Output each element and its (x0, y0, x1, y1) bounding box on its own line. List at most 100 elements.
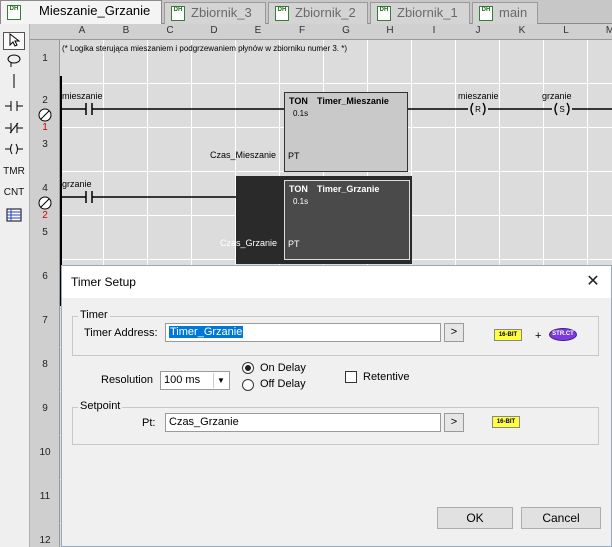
tab-main[interactable]: DH main (472, 2, 538, 24)
row-7: 7 (42, 315, 48, 326)
rung-enable-icon[interactable] (38, 196, 52, 210)
row-12: 12 (39, 535, 51, 546)
tab-label: Mieszanie_Grzanie (39, 3, 151, 18)
lasso-tool[interactable] (3, 53, 25, 71)
column-k: K (518, 25, 526, 36)
column-a: A (78, 25, 86, 36)
dialog-titlebar: Timer Setup ✕ (62, 266, 611, 298)
pt-pin: PT (288, 151, 300, 161)
pt-input-label: Czas_Grzanie (220, 238, 278, 248)
resolution-label: Resolution (101, 374, 153, 386)
lasso-icon (7, 54, 21, 67)
table-icon (6, 208, 22, 222)
coil-icon (5, 143, 23, 155)
contact-nc-tool[interactable] (3, 121, 25, 139)
rung-enable-icon[interactable] (38, 108, 52, 122)
contact-label: mieszanie (62, 91, 103, 101)
column-d: D (210, 25, 218, 36)
coil-label: mieszanie (458, 91, 499, 101)
tab-label: main (499, 5, 528, 20)
tab-bar: DH Mieszanie_Grzanie DH Zbiornik_3 DH Zb… (0, 0, 612, 24)
rung-number-2: 2 (42, 210, 48, 221)
column-m: M (605, 25, 612, 36)
timer-address-label: Timer Address: (84, 327, 158, 339)
column-f: F (298, 25, 306, 36)
reset-coil-icon[interactable]: R (468, 101, 488, 117)
timer-address-field[interactable]: Timer_Grzanie (165, 323, 441, 342)
svg-text:R: R (475, 105, 481, 114)
column-l: L (563, 25, 569, 36)
set-coil-icon[interactable]: S (552, 101, 572, 117)
timer-address-value: Timer_Grzanie (169, 326, 244, 338)
ok-button[interactable]: OK (437, 507, 513, 529)
row-8: 8 (42, 359, 48, 370)
timer-block-grzanie[interactable]: TON Timer_Grzanie 0.1s PT (284, 180, 410, 260)
table-tool[interactable] (3, 208, 25, 226)
row-1: 1 (42, 53, 48, 64)
contact-open-icon (5, 101, 23, 111)
timer-name: Timer_Mieszanie (317, 96, 389, 106)
contact-no-tool[interactable] (3, 99, 25, 117)
select-arrow-tool[interactable] (3, 32, 25, 50)
vertical-wire-icon (13, 74, 15, 88)
program-icon: DH (479, 6, 493, 21)
tab-zbiornik-1[interactable]: DH Zbiornik_1 (370, 2, 470, 24)
on-delay-radio[interactable] (242, 362, 254, 374)
coil-tool[interactable] (3, 142, 25, 160)
pt-browse-button[interactable]: > (444, 413, 464, 432)
dialog-title: Timer Setup (71, 275, 136, 289)
setpoint-group-title: Setpoint (78, 400, 123, 412)
rung-comment: (* Logika sterująca mieszaniem i podgrze… (62, 44, 348, 53)
column-header: A B C D E F G H I J K L M (30, 24, 612, 40)
off-delay-radio[interactable] (242, 379, 254, 391)
row-6: 6 (42, 271, 48, 282)
close-icon[interactable]: ✕ (579, 270, 607, 294)
tab-zbiornik-2[interactable]: DH Zbiornik_2 (268, 2, 368, 24)
timer-tool[interactable]: TMR (3, 163, 25, 181)
tab-mieszanie-grzanie[interactable]: DH Mieszanie_Grzanie (0, 0, 162, 24)
resolution-select[interactable]: 100 ms ▼ (160, 371, 230, 390)
16bit-badge-icon: 16-BIT (492, 416, 520, 428)
program-icon: DH (7, 5, 21, 20)
ladder-toolbar: TMR CNT (0, 24, 30, 547)
pt-value: Czas_Grzanie (169, 416, 239, 428)
cancel-button[interactable]: Cancel (521, 507, 601, 529)
wire-tool[interactable] (3, 73, 25, 91)
retentive-label: Retentive (363, 371, 410, 383)
row-header: 1 2 1 3 4 2 5 6 7 8 9 10 11 12 (30, 40, 60, 547)
timer-setup-dialog: Timer Setup ✕ Timer Timer Address: Timer… (61, 265, 612, 547)
off-delay-label: Off Delay (260, 378, 306, 390)
column-g: G (342, 25, 350, 36)
plus-sign: + (535, 330, 542, 342)
rung1-contact[interactable] (62, 102, 284, 116)
tab-zbiornik-3[interactable]: DH Zbiornik_3 (164, 2, 266, 24)
resolution-value: 100 ms (164, 374, 201, 386)
retentive-checkbox[interactable] (345, 371, 357, 383)
pt-label: Pt: (142, 417, 156, 429)
chevron-down-icon: ▼ (213, 373, 228, 388)
arrow-icon (9, 32, 21, 47)
timer-address-browse-button[interactable]: > (444, 323, 464, 342)
row-9: 9 (42, 403, 48, 414)
tab-label: Zbiornik_2 (295, 5, 356, 20)
counter-tool[interactable]: CNT (3, 184, 25, 202)
program-icon: DH (171, 6, 185, 21)
timer-name: Timer_Grzanie (317, 184, 380, 194)
pt-field[interactable]: Czas_Grzanie (165, 413, 441, 432)
program-icon: DH (275, 6, 289, 21)
timer-group-title: Timer (78, 309, 110, 321)
program-icon: DH (377, 6, 391, 21)
row-3: 3 (42, 139, 48, 150)
struct-badge-icon: STR.CT (549, 328, 577, 341)
row-10: 10 (39, 447, 51, 458)
tab-label: Zbiornik_3 (191, 5, 252, 20)
rung-number-1: 1 (42, 122, 48, 133)
row-5: 5 (42, 227, 48, 238)
timer-resolution: 0.1s (293, 197, 309, 206)
timer-block-mieszanie[interactable]: TON Timer_Mieszanie 0.1s PT (284, 92, 408, 172)
timer-resolution: 0.1s (293, 109, 309, 118)
timer-type: TON (289, 96, 308, 106)
column-j: J (475, 25, 481, 36)
timer-type: TON (289, 184, 308, 194)
on-delay-label: On Delay (260, 362, 306, 374)
